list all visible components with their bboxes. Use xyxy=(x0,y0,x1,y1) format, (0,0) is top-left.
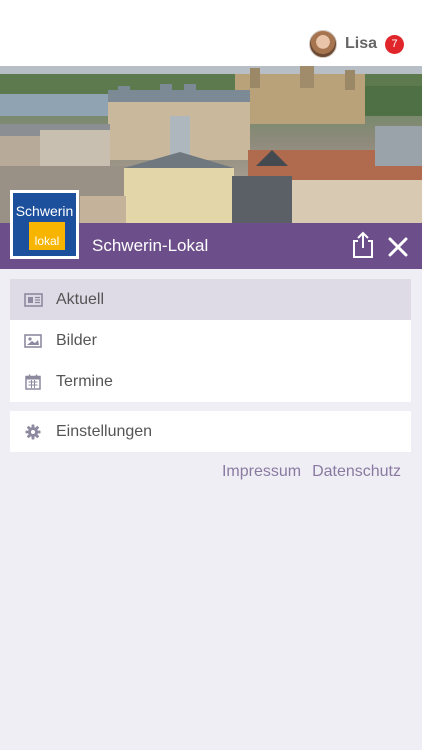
avatar[interactable] xyxy=(308,30,337,58)
impressum-link[interactable]: Impressum xyxy=(222,463,301,481)
settings-menu: Einstellungen xyxy=(10,411,411,452)
newspaper-icon xyxy=(10,292,56,307)
datenschutz-link[interactable]: Datenschutz xyxy=(312,463,401,481)
main-menu: Aktuell Bilder Termine xyxy=(10,279,411,402)
menu-item-einstellungen[interactable]: Einstellungen xyxy=(10,411,411,452)
menu-item-label: Termine xyxy=(56,372,113,390)
calendar-icon xyxy=(10,374,56,390)
top-bar: Lisa 7 xyxy=(0,0,422,66)
menu-item-bilder[interactable]: Bilder xyxy=(10,320,411,361)
logo-text-schwerin: Schwerin xyxy=(15,203,74,219)
footer-links: Impressum Datenschutz xyxy=(222,463,401,481)
close-icon[interactable] xyxy=(387,236,409,258)
logo-background: Schwerin lokal xyxy=(13,193,76,256)
image-icon xyxy=(10,333,56,348)
schwerin-lokal-logo: Schwerin lokal xyxy=(10,190,79,259)
menu-item-label: Aktuell xyxy=(56,290,105,308)
menu-item-label: Einstellungen xyxy=(56,422,153,440)
gear-icon xyxy=(10,424,56,440)
user-name: Lisa xyxy=(344,35,377,52)
logo-text-lokal: lokal xyxy=(29,222,65,250)
menu-item-label: Bilder xyxy=(56,331,97,349)
app-title: Schwerin-Lokal xyxy=(92,236,209,255)
share-icon[interactable] xyxy=(351,231,375,259)
menu-item-aktuell[interactable]: Aktuell xyxy=(10,279,411,320)
user-profile[interactable]: Lisa 7 xyxy=(308,29,404,59)
menu-item-termine[interactable]: Termine xyxy=(10,361,411,402)
notification-badge: 7 xyxy=(385,34,404,54)
